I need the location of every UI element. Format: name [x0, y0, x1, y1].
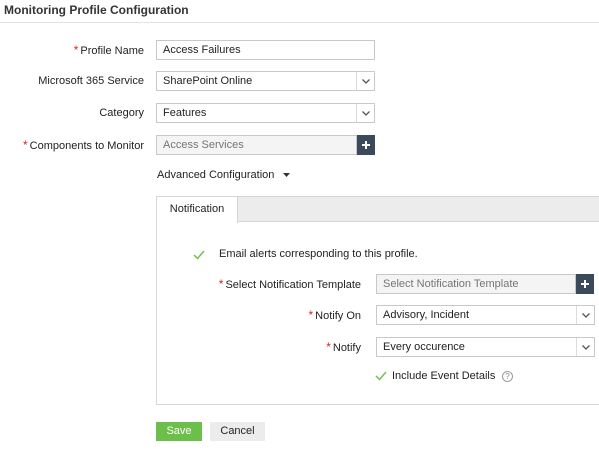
chevron-down-icon[interactable]: [576, 306, 594, 324]
notify-value: Every occurence: [383, 341, 465, 353]
add-template-button[interactable]: [576, 274, 594, 294]
required-marker: *: [218, 277, 224, 291]
components-input[interactable]: [156, 135, 357, 155]
email-alerts-checkbox[interactable]: [193, 249, 205, 261]
plus-icon: [362, 141, 370, 149]
service-label: Microsoft 365 Service: [38, 75, 144, 87]
category-value: Features: [163, 107, 207, 119]
template-input[interactable]: [376, 274, 576, 294]
advanced-configuration-toggle[interactable]: Advanced Configuration: [157, 168, 291, 182]
tab-bar: Notification: [157, 197, 599, 223]
tab-notification[interactable]: Notification: [157, 197, 238, 223]
caret-down-icon: [283, 173, 291, 178]
required-marker: *: [308, 308, 314, 322]
include-event-details-checkbox[interactable]: [375, 370, 387, 382]
cancel-button[interactable]: Cancel: [210, 422, 265, 441]
service-value: SharePoint Online: [163, 75, 253, 87]
notify-on-label: * Notify On: [308, 308, 361, 322]
template-label: * Select Notification Template: [218, 277, 361, 291]
profile-name-label: * Profile Name: [73, 43, 144, 57]
category-select[interactable]: Features: [156, 103, 375, 123]
add-component-button[interactable]: [357, 135, 375, 155]
page-title: Monitoring Profile Configuration: [4, 3, 189, 17]
required-marker: *: [73, 43, 79, 57]
chevron-down-icon[interactable]: [356, 72, 374, 90]
notification-panel: Notification Email alerts corresponding …: [156, 196, 599, 405]
checkmark-icon: [375, 371, 387, 381]
help-icon[interactable]: ?: [502, 371, 513, 382]
notify-on-value: Advisory, Incident: [383, 309, 470, 321]
email-alerts-label: Email alerts corresponding to this profi…: [219, 248, 418, 260]
notify-on-select[interactable]: Advisory, Incident: [376, 305, 595, 325]
required-marker: *: [22, 138, 28, 152]
checkmark-icon: [193, 250, 205, 260]
chevron-down-icon[interactable]: [576, 338, 594, 356]
category-label: Category: [99, 107, 144, 119]
title-divider: [0, 22, 599, 23]
plus-icon: [581, 280, 589, 288]
service-select[interactable]: SharePoint Online: [156, 71, 375, 91]
notify-select[interactable]: Every occurence: [376, 337, 595, 357]
profile-name-input[interactable]: [156, 40, 375, 60]
notify-label: * Notify: [326, 340, 361, 354]
include-event-details-label: Include Event Details: [392, 370, 496, 382]
required-marker: *: [326, 340, 331, 354]
save-button[interactable]: Save: [156, 422, 202, 441]
components-label: * Components to Monitor: [22, 138, 144, 152]
chevron-down-icon[interactable]: [356, 104, 374, 122]
